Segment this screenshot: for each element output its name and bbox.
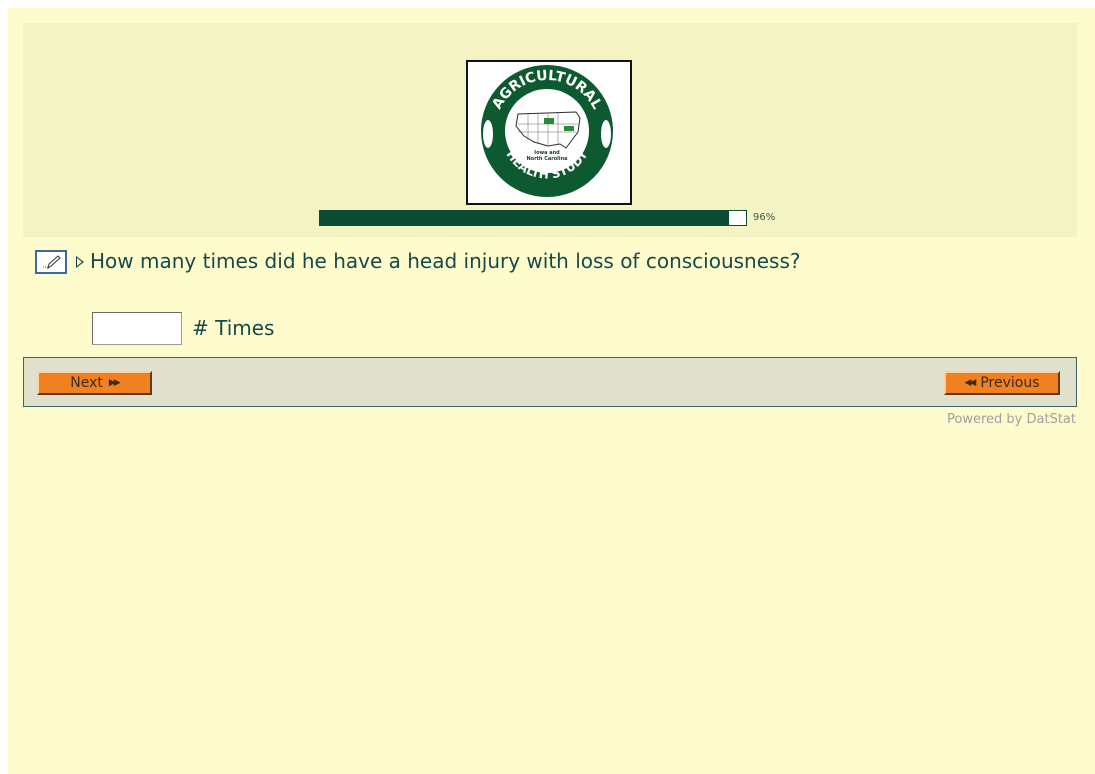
previous-button[interactable]: ◀◀ Previous <box>944 371 1060 395</box>
question-text: How many times did he have a head injury… <box>90 249 801 273</box>
progress-bar-fill <box>320 211 729 225</box>
question-row: How many times did he have a head injury… <box>35 248 1085 276</box>
powered-by-footer: Powered by DatStat <box>947 412 1076 427</box>
previous-button-label: Previous <box>980 375 1040 391</box>
survey-page: AGRICULTURAL HEALTH STUDY Iowa and North… <box>8 8 1095 774</box>
triangle-right-icon <box>76 256 84 268</box>
double-chevron-right-icon: ▶▶ <box>108 378 121 388</box>
progress-indicator: 96% <box>319 210 819 226</box>
study-logo: AGRICULTURAL HEALTH STUDY Iowa and North… <box>466 60 632 205</box>
next-button[interactable]: Next ▶▶ <box>37 371 152 395</box>
pencil-edit-icon[interactable] <box>35 250 67 274</box>
svg-text:North Carolina: North Carolina <box>526 156 567 162</box>
double-chevron-left-icon: ◀◀ <box>964 378 976 388</box>
times-count-input[interactable] <box>92 312 182 345</box>
pencil-icon <box>43 255 61 270</box>
next-button-label: Next <box>70 375 103 391</box>
navigation-bar: Next ▶▶ ◀◀ Previous <box>23 357 1077 407</box>
survey-header: AGRICULTURAL HEALTH STUDY Iowa and North… <box>23 23 1077 237</box>
progress-bar-track <box>319 210 747 226</box>
progress-percent-label: 96% <box>753 212 776 223</box>
study-logo-graphic: AGRICULTURAL HEALTH STUDY Iowa and North… <box>481 65 613 197</box>
times-unit-label: # Times <box>192 316 275 340</box>
